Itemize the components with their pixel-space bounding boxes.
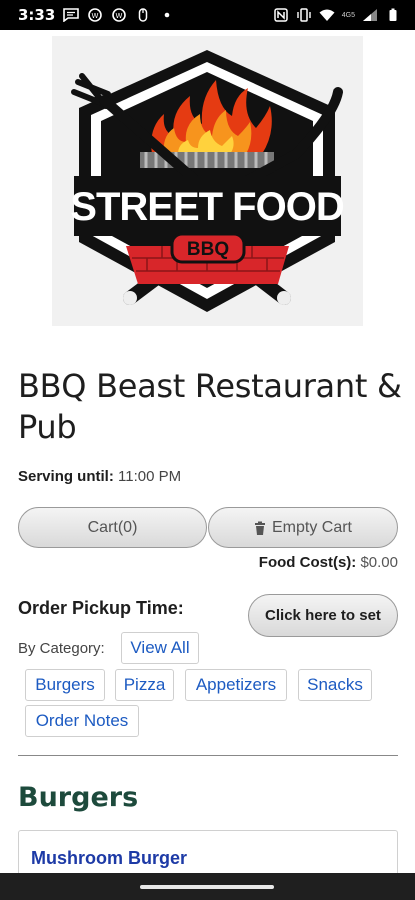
category-snacks[interactable]: Snacks [298, 669, 372, 701]
mouse-icon [139, 8, 148, 22]
svg-text:W: W [116, 12, 123, 20]
restaurant-logo: STREET FOOD BBQ [52, 36, 363, 326]
network-type: 4G5 [341, 11, 355, 19]
serving-label: Serving until: [18, 468, 114, 485]
whatsapp-business-icon: W [112, 8, 127, 22]
category-order-notes[interactable]: Order Notes [25, 705, 139, 737]
system-navigation-bar [0, 873, 415, 900]
message-icon [63, 8, 80, 22]
divider [18, 755, 398, 756]
logo-sub-text: BBQ [187, 239, 229, 260]
dot-icon [165, 12, 170, 18]
logo-graphic: STREET FOOD BBQ [70, 50, 345, 312]
whatsapp-icon: W [88, 8, 103, 22]
category-appetizers[interactable]: Appetizers [185, 669, 287, 701]
cart-button-label: Cart(0) [87, 518, 138, 536]
cart-button[interactable]: Cart(0) [18, 507, 207, 548]
trash-icon [254, 521, 265, 535]
status-bar: 3:33 W W 4G5 [0, 0, 415, 30]
svg-text:W: W [92, 12, 99, 20]
food-cost: Food Cost(s): $0.00 [259, 554, 398, 571]
food-cost-value: $0.00 [360, 554, 398, 571]
category-pizza[interactable]: Pizza [115, 669, 174, 701]
status-time: 3:33 [18, 6, 56, 24]
section-heading-burgers: Burgers [18, 782, 139, 813]
category-burgers[interactable]: Burgers [25, 669, 105, 701]
home-gesture-handle[interactable] [140, 885, 274, 889]
menu-item-title[interactable]: Mushroom Burger [31, 848, 187, 869]
battery-icon [389, 8, 397, 21]
nfc-icon [274, 8, 288, 22]
category-view-all[interactable]: View All [121, 632, 199, 664]
logo-main-text: STREET FOOD [70, 185, 344, 229]
signal-icon [363, 9, 377, 21]
empty-cart-label: Empty Cart [271, 518, 352, 536]
category-label: By Category: [18, 640, 105, 657]
serving-value: 11:00 PM [118, 468, 182, 485]
food-cost-label: Food Cost(s): [258, 554, 357, 571]
serving-hours: Serving until: 11:00 PM [18, 468, 181, 485]
empty-cart-button[interactable]: Empty Cart [208, 507, 398, 548]
vibrate-icon [297, 8, 311, 22]
pickup-time-label: Order Pickup Time: [18, 598, 184, 618]
wifi-icon [319, 9, 335, 21]
set-pickup-time-button[interactable]: Click here to set [248, 594, 398, 637]
page-title: BBQ Beast Restaurant & Pub [18, 367, 402, 446]
set-pickup-time-label: Click here to set [265, 607, 381, 624]
